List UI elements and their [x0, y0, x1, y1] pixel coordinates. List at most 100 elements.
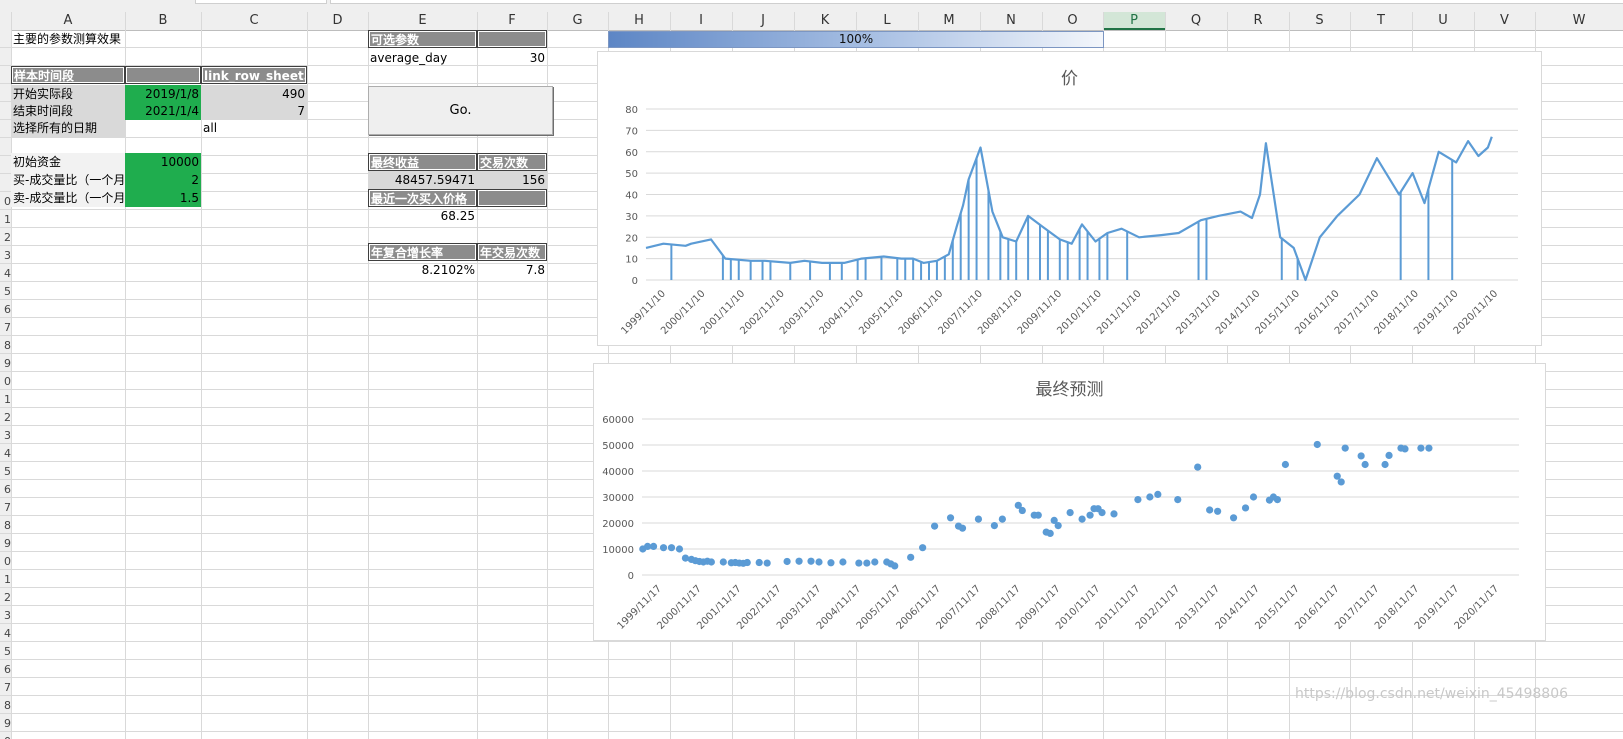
- final-profit-value[interactable]: 48457.59471: [368, 171, 477, 189]
- row-header[interactable]: 7: [0, 321, 11, 334]
- row-header[interactable]: 1: [0, 393, 11, 406]
- row-header[interactable]: 8: [0, 339, 11, 352]
- column-header-n[interactable]: N: [980, 12, 1042, 30]
- end-label[interactable]: 结束时间段: [11, 102, 125, 120]
- row-header[interactable]: 7: [0, 681, 11, 694]
- column-header-g[interactable]: G: [547, 12, 608, 30]
- column-header-q[interactable]: Q: [1165, 12, 1227, 30]
- end-date[interactable]: 2021/1/4: [125, 102, 201, 120]
- column-header-i[interactable]: I: [670, 12, 732, 30]
- forecast-point: [1110, 510, 1118, 518]
- sample-period-header-b[interactable]: [125, 66, 201, 84]
- forecast-point: [763, 559, 771, 567]
- sheet-title[interactable]: 主要的参数测算效果: [11, 30, 201, 48]
- row-header[interactable]: 9: [0, 357, 11, 370]
- column-header-v[interactable]: V: [1474, 12, 1535, 30]
- row-header[interactable]: 5: [0, 645, 11, 658]
- sample-period-header[interactable]: 样本时间段: [11, 66, 125, 84]
- row-header[interactable]: 1: [0, 573, 11, 586]
- trade-count-header[interactable]: 交易次数: [477, 153, 547, 171]
- column-header-p[interactable]: P: [1103, 12, 1165, 30]
- price-line-chart[interactable]: 价 0 10 20 30 40 50 60 70 80 1999/11/10 2000/11/10 20…: [597, 51, 1542, 346]
- trade-count-value[interactable]: 156: [477, 171, 547, 189]
- row-header[interactable]: 2: [0, 411, 11, 424]
- optional-params-header[interactable]: 可选参数: [368, 30, 477, 48]
- column-header-l[interactable]: L: [856, 12, 918, 30]
- row-header[interactable]: 6: [0, 663, 11, 676]
- y-tick-label: 10000: [602, 545, 634, 556]
- initial-capital-label[interactable]: 初始资金: [11, 153, 125, 171]
- cagr-header[interactable]: 年复合增长率: [368, 243, 477, 261]
- row-header[interactable]: 2: [0, 231, 11, 244]
- row-header[interactable]: 2: [0, 591, 11, 604]
- column-header-u[interactable]: U: [1412, 12, 1474, 30]
- column-header-a[interactable]: A: [11, 12, 125, 30]
- column-header-k[interactable]: K: [794, 12, 856, 30]
- column-header-t[interactable]: T: [1350, 12, 1412, 30]
- row-header[interactable]: 1: [0, 213, 11, 226]
- start-date[interactable]: 2019/1/8: [125, 85, 201, 103]
- row-header[interactable]: 9: [0, 717, 11, 730]
- start-label[interactable]: 开始实际段: [11, 85, 125, 103]
- row-header[interactable]: 4: [0, 267, 11, 280]
- annual-trades-header[interactable]: 年交易次数: [477, 243, 547, 261]
- row-header[interactable]: 6: [0, 483, 11, 496]
- column-header-b[interactable]: B: [125, 12, 201, 30]
- row-header[interactable]: 8: [0, 699, 11, 712]
- row-header[interactable]: 0: [0, 735, 11, 739]
- forecast-point: [891, 562, 899, 570]
- row-header[interactable]: 5: [0, 465, 11, 478]
- average-day-label[interactable]: average_day: [368, 49, 477, 67]
- forecast-point: [1206, 506, 1214, 514]
- last-buy-header-f[interactable]: [477, 189, 547, 207]
- column-header-o[interactable]: O: [1042, 12, 1103, 30]
- spreadsheet[interactable]: ABCDEFGHIJKLMNOPQRSTUVW 0 1 2 3 4 5 6 7 8 9 0 1 2 3 4 5…: [0, 0, 1623, 739]
- row-header[interactable]: 3: [0, 609, 11, 622]
- last-buy-header[interactable]: 最近一次买入价格: [368, 189, 477, 207]
- annual-trades-value[interactable]: 7.8: [477, 261, 547, 279]
- row-header[interactable]: 4: [0, 447, 11, 460]
- select-all-value[interactable]: all: [201, 119, 307, 137]
- row-header[interactable]: 3: [0, 249, 11, 262]
- row-header[interactable]: 9: [0, 537, 11, 550]
- progress-bar: 100%: [608, 31, 1104, 48]
- row-header[interactable]: 0: [0, 555, 11, 568]
- forecast-point: [743, 558, 751, 567]
- average-day-value[interactable]: 30: [477, 49, 547, 67]
- top-tab-edge: [195, 0, 327, 4]
- column-header-e[interactable]: E: [368, 12, 477, 30]
- go-button[interactable]: Go.: [368, 86, 553, 135]
- buy-ratio[interactable]: 2: [125, 171, 201, 189]
- row-header[interactable]: 6: [0, 303, 11, 316]
- last-buy-value[interactable]: 68.25: [368, 207, 477, 225]
- end-value[interactable]: 7: [201, 102, 307, 120]
- column-header-h[interactable]: H: [608, 12, 670, 30]
- select-all-label[interactable]: 选择所有的日期: [11, 119, 125, 137]
- row-header[interactable]: 8: [0, 519, 11, 532]
- forecast-scatter-chart[interactable]: 最终预测 0 10000 20000 30000 40000 50000 60000 1999/…: [593, 363, 1546, 641]
- row-header[interactable]: 5: [0, 285, 11, 298]
- y-tick-label: 30000: [602, 493, 634, 504]
- column-header-s[interactable]: S: [1289, 12, 1350, 30]
- sell-ratio-label[interactable]: 卖-成交量比（一个月: [11, 189, 125, 207]
- link-row-header[interactable]: link_row_sheet3: [201, 66, 307, 84]
- cagr-value[interactable]: 8.2102%: [368, 261, 477, 279]
- column-header-c[interactable]: C: [201, 12, 307, 30]
- column-header-d[interactable]: D: [307, 12, 368, 30]
- sell-ratio[interactable]: 1.5: [125, 189, 201, 207]
- row-header[interactable]: 7: [0, 501, 11, 514]
- column-header-r[interactable]: R: [1227, 12, 1289, 30]
- final-profit-header[interactable]: 最终收益: [368, 153, 477, 171]
- row-header[interactable]: 0: [0, 195, 11, 208]
- column-header-m[interactable]: M: [918, 12, 980, 30]
- row-header[interactable]: 3: [0, 429, 11, 442]
- row-header[interactable]: 0: [0, 375, 11, 388]
- column-header-j[interactable]: J: [732, 12, 794, 30]
- column-header-f[interactable]: F: [477, 12, 547, 30]
- optional-params-header-f[interactable]: [477, 30, 547, 48]
- column-header-w[interactable]: W: [1535, 12, 1623, 30]
- start-value[interactable]: 490: [201, 85, 307, 103]
- buy-ratio-label[interactable]: 买-成交量比（一个月: [11, 171, 125, 189]
- row-header[interactable]: 4: [0, 627, 11, 640]
- initial-capital[interactable]: 10000: [125, 153, 201, 171]
